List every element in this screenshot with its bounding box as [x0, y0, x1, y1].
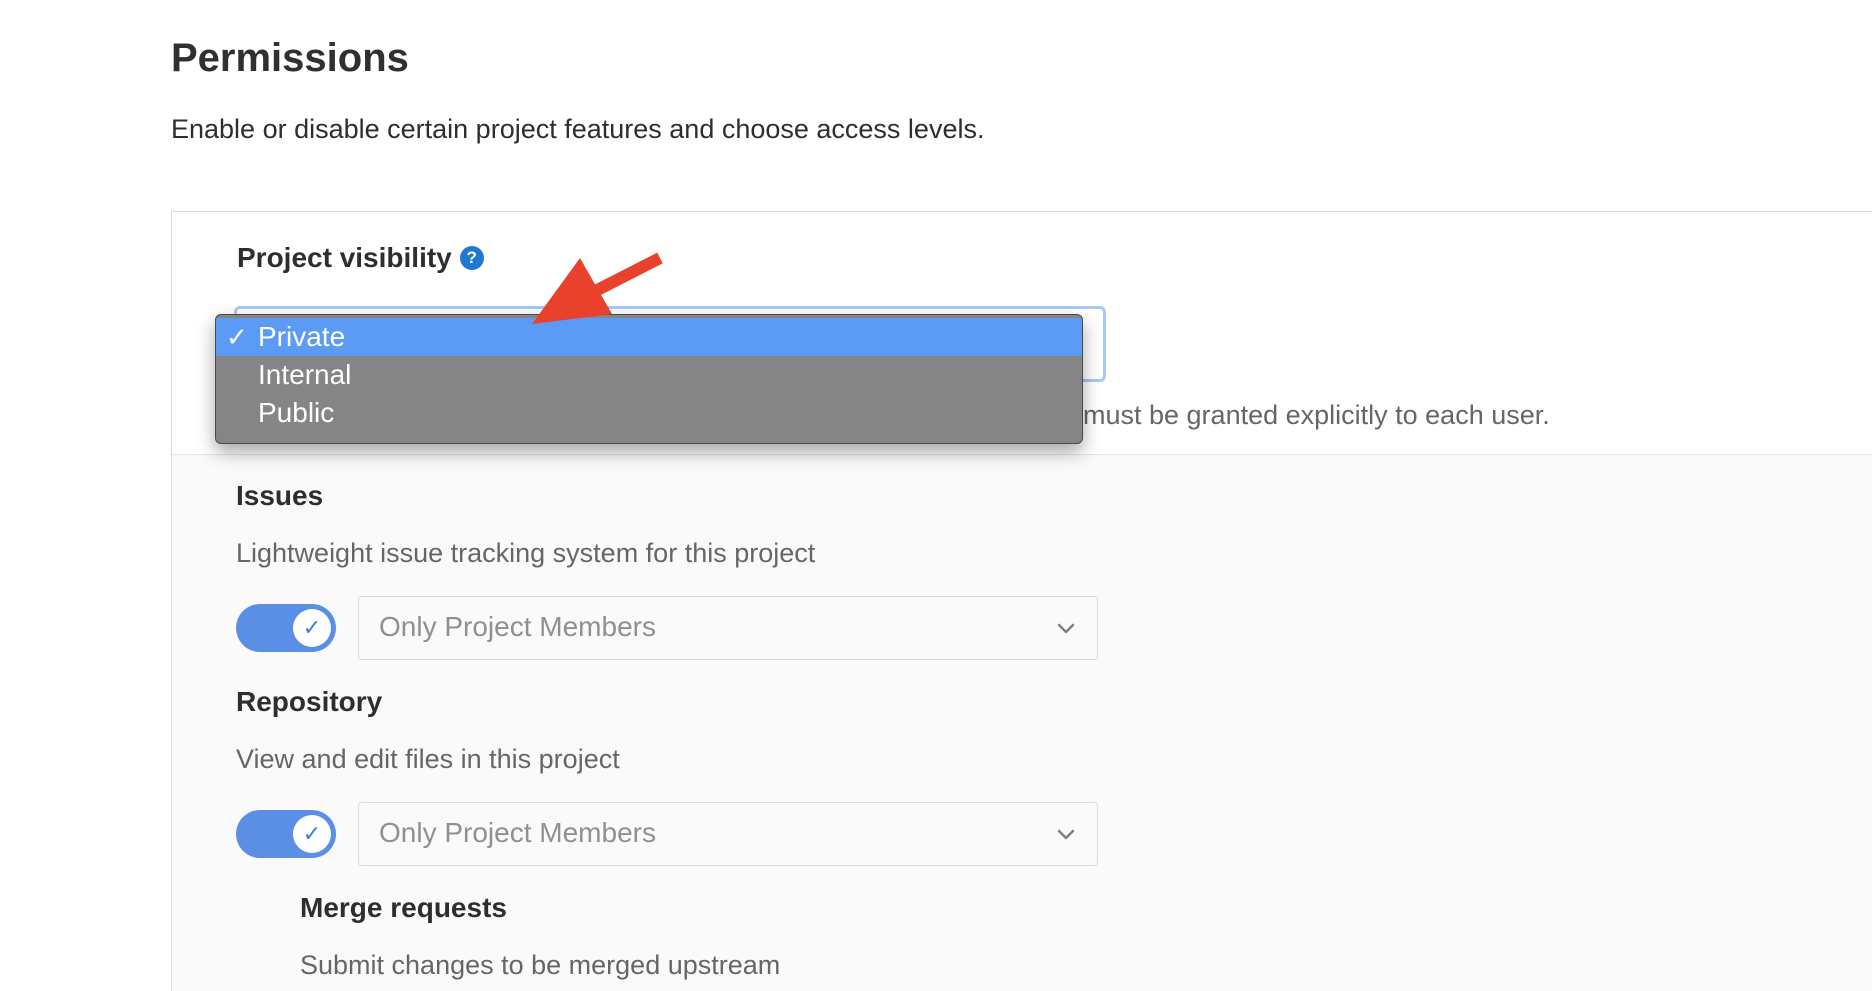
page-title: Permissions	[171, 36, 409, 80]
issues-title: Issues	[236, 480, 324, 511]
check-icon: ✓	[293, 609, 331, 647]
merge-requests-title: Merge requests	[300, 892, 507, 923]
chevron-down-icon	[1057, 623, 1075, 634]
visibility-help-text: must be granted explicitly to each user.	[1083, 400, 1550, 430]
chevron-down-icon	[1057, 829, 1075, 840]
issues-description: Lightweight issue tracking system for th…	[236, 538, 816, 568]
repository-description: View and edit files in this project	[236, 744, 620, 774]
issues-access-value: Only Project Members	[379, 611, 656, 642]
page-description: Enable or disable certain project featur…	[171, 114, 985, 144]
project-visibility-label-text: Project visibility	[237, 242, 452, 273]
red-arrow-icon	[532, 252, 663, 324]
permissions-page: Permissions Enable or disable certain pr…	[0, 0, 1872, 991]
issues-access-select[interactable]: Only Project Members	[358, 596, 1098, 660]
check-icon: ✓	[293, 815, 331, 853]
visibility-option-internal[interactable]: Internal	[216, 356, 1082, 394]
issues-toggle[interactable]: ✓	[236, 604, 336, 652]
visibility-option-label: Public	[258, 397, 335, 428]
repository-access-value: Only Project Members	[379, 817, 656, 848]
visibility-option-label: Private	[258, 321, 346, 352]
visibility-option-label: Internal	[258, 359, 352, 390]
project-visibility-label: Project visibility ?	[237, 242, 484, 274]
visibility-option-public[interactable]: Public	[216, 394, 1082, 432]
checkmark-icon: ✓	[226, 322, 248, 352]
repository-title: Repository	[236, 686, 383, 717]
question-circle-icon[interactable]: ?	[459, 246, 484, 270]
merge-requests-description: Submit changes to be merged upstream	[300, 950, 781, 980]
repository-toggle[interactable]: ✓	[236, 810, 336, 858]
repository-access-select[interactable]: Only Project Members	[358, 802, 1098, 866]
visibility-dropdown-menu: ✓ Private Internal Public	[215, 314, 1083, 444]
